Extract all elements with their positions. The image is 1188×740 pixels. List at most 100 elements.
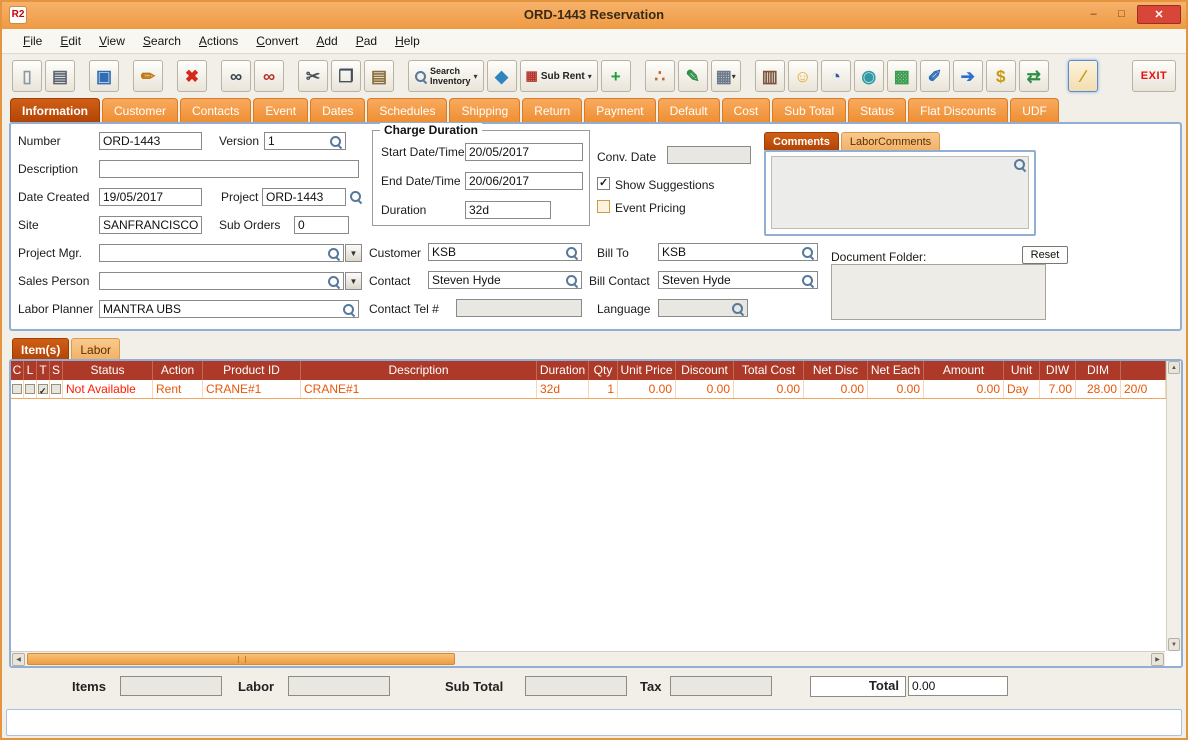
column-header-dim[interactable]: DIM (1076, 361, 1121, 380)
project-mgr-search-icon[interactable] (327, 247, 340, 260)
menu-pad[interactable]: Pad (347, 30, 386, 52)
maximize-button[interactable]: □ (1109, 5, 1134, 24)
find-product-button[interactable]: ∞ (254, 60, 284, 92)
column-header-duration[interactable]: Duration (537, 361, 589, 380)
column-header-amount[interactable]: Amount (924, 361, 1004, 380)
search-inventory-button[interactable]: Search Inventory ▾ (408, 60, 484, 92)
report-button[interactable]: ▥ (754, 60, 785, 92)
row-checkbox-l[interactable] (25, 384, 35, 394)
tab-shipping[interactable]: Shipping (449, 98, 521, 122)
sub-rent-button[interactable]: ▦ Sub Rent ▾ (519, 60, 598, 92)
column-header-product_id[interactable]: Product ID (203, 361, 301, 380)
tab-status[interactable]: Status (848, 98, 907, 122)
row-checkbox-c[interactable] (12, 384, 22, 394)
column-header-description[interactable]: Description (301, 361, 537, 380)
binoculars-button[interactable]: ∞ (221, 60, 251, 92)
bill-to-search-icon[interactable] (801, 246, 814, 259)
notes-button[interactable]: ✎ (677, 60, 708, 92)
version-field[interactable]: 1 (264, 132, 346, 150)
customer-service-button[interactable]: ☺ (787, 60, 818, 92)
column-header-net_each[interactable]: Net Each (868, 361, 924, 380)
column-header-diw[interactable]: DIW (1040, 361, 1076, 380)
scroll-left-icon[interactable]: ◀ (12, 653, 25, 666)
column-header-qty[interactable]: Qty (589, 361, 618, 380)
tab-contacts[interactable]: Contacts (180, 98, 252, 122)
column-header-action[interactable]: Action (153, 361, 203, 380)
tab-event[interactable]: Event (253, 98, 309, 122)
column-header-unit[interactable]: Unit (1004, 361, 1040, 380)
cut-button[interactable]: ✂ (298, 60, 328, 92)
comments-search-icon[interactable] (1013, 158, 1026, 171)
tab-labor[interactable]: Labor (71, 338, 121, 359)
vertical-scrollbar[interactable]: ▲ ▼ (1166, 361, 1181, 651)
scroll-down-icon[interactable]: ▼ (1168, 638, 1180, 651)
column-header-c[interactable]: C (11, 361, 24, 380)
menu-view[interactable]: View (90, 30, 134, 52)
menu-actions[interactable]: Actions (190, 30, 247, 52)
menu-file[interactable]: File (14, 30, 51, 52)
project-mgr-field[interactable] (99, 244, 344, 262)
bill-contact-search-icon[interactable] (801, 274, 814, 287)
project-search-icon[interactable] (349, 190, 362, 203)
kit-group-button[interactable]: ∴ (644, 60, 675, 92)
horizontal-scroll-thumb[interactable] (27, 653, 455, 665)
column-header-discount[interactable]: Discount (676, 361, 734, 380)
tab-item-s[interactable]: Item(s) (12, 338, 70, 359)
column-header-start_date[interactable] (1121, 361, 1166, 380)
tab-information[interactable]: Information (10, 98, 100, 122)
sales-person-field[interactable] (99, 272, 344, 290)
tab-sub-total[interactable]: Sub Total (772, 98, 847, 122)
labor-planner-search-icon[interactable] (342, 303, 355, 316)
version-search-icon[interactable] (329, 135, 342, 148)
tab-comments[interactable]: Comments (764, 132, 839, 150)
rates-grid-button[interactable]: ▦ ▾ (710, 60, 741, 92)
column-header-l[interactable]: L (24, 361, 37, 380)
number-field[interactable]: ORD-1443 (99, 132, 202, 150)
delivery-schedule-button[interactable]: ◔ (820, 60, 851, 92)
document-folder-box[interactable] (831, 264, 1046, 320)
assets-cubes-button[interactable]: ▩ (886, 60, 917, 92)
tab-return[interactable]: Return (522, 98, 583, 122)
language-search-icon[interactable] (731, 302, 744, 315)
transfer-button[interactable]: ⇄ (1018, 60, 1049, 92)
sales-person-search-icon[interactable] (327, 275, 340, 288)
reset-button[interactable]: Reset (1022, 246, 1068, 264)
scroll-right-icon[interactable]: ▶ (1151, 653, 1164, 666)
site-field[interactable]: SANFRANCISCO (99, 216, 202, 234)
menu-convert[interactable]: Convert (247, 30, 307, 52)
paste-button[interactable]: ▤ (364, 60, 394, 92)
bill-contact-field[interactable]: Steven Hyde (658, 271, 818, 289)
menu-edit[interactable]: Edit (51, 30, 90, 52)
labor-planner-field[interactable]: MANTRA UBS (99, 300, 359, 318)
copy-button[interactable]: ❐ (331, 60, 361, 92)
column-header-net_disc[interactable]: Net Disc (804, 361, 868, 380)
horizontal-scrollbar[interactable]: ◀ ▶ (11, 651, 1165, 666)
save-button[interactable]: ▣ (89, 60, 119, 92)
bill-to-field[interactable]: KSB (658, 243, 818, 261)
add-item-button[interactable]: + (600, 60, 631, 92)
column-header-unit_price[interactable]: Unit Price (618, 361, 676, 380)
tools-button[interactable]: ∕ (1068, 60, 1098, 92)
scroll-up-icon[interactable]: ▲ (1168, 361, 1180, 374)
billing-button[interactable]: $ (985, 60, 1016, 92)
comments-text-area[interactable] (771, 156, 1029, 229)
date-created-field[interactable]: 19/05/2017 (99, 188, 202, 206)
media-disc-button[interactable]: ◉ (853, 60, 884, 92)
column-header-status[interactable]: Status (63, 361, 153, 380)
column-header-s[interactable]: S (50, 361, 63, 380)
end-date-field[interactable]: 20/06/2017 (465, 172, 583, 190)
show-suggestions-checkbox[interactable] (597, 176, 610, 190)
tab-dates[interactable]: Dates (310, 98, 366, 122)
duration-field[interactable]: 32d (465, 201, 551, 219)
tab-customer[interactable]: Customer (102, 98, 179, 122)
tab-laborcomments[interactable]: LaborComments (840, 132, 941, 150)
ink-drop-button[interactable]: ◆ (486, 60, 517, 92)
column-header-t[interactable]: T (37, 361, 50, 380)
customer-field[interactable]: KSB (428, 243, 582, 261)
customer-search-icon[interactable] (565, 246, 578, 259)
exit-button[interactable]: EXIT (1132, 60, 1176, 92)
description-field[interactable] (99, 160, 359, 178)
print-button[interactable]: ▤ (45, 60, 75, 92)
start-date-field[interactable]: 20/05/2017 (465, 143, 583, 161)
tab-cost[interactable]: Cost (721, 98, 771, 122)
